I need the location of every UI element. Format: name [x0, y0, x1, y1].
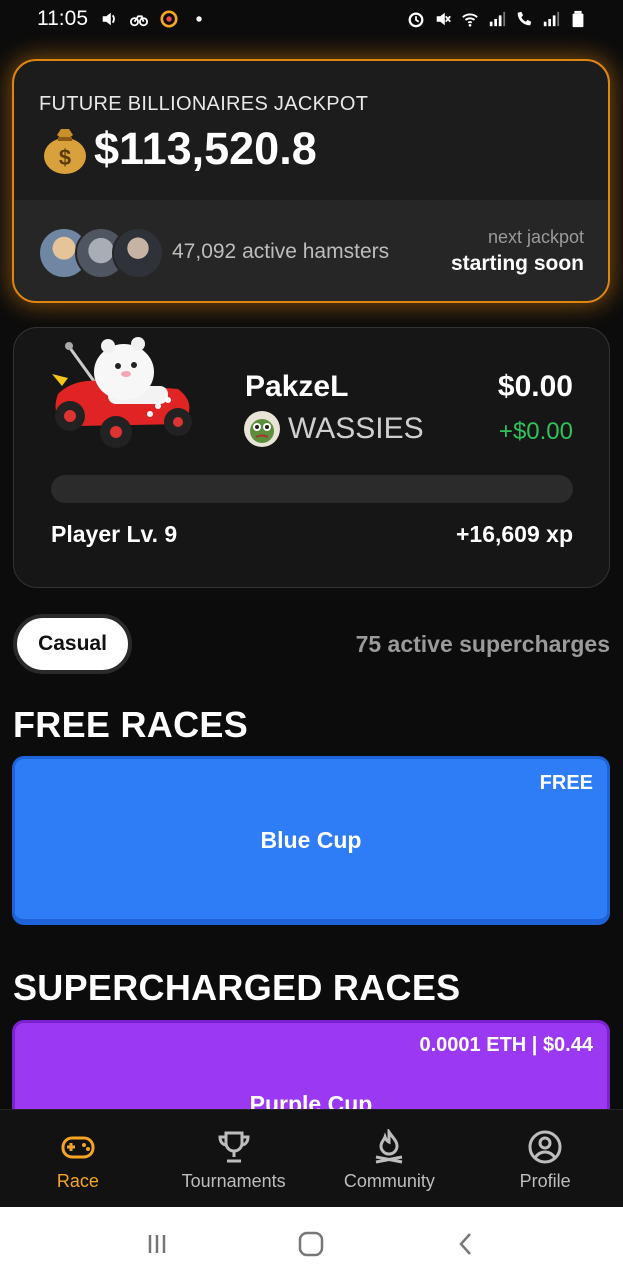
volume-icon: [102, 12, 115, 26]
jackpot-title: FUTURE BILLIONAIRES JACKPOT: [39, 93, 369, 115]
mode-toggle-casual[interactable]: Casual: [13, 614, 132, 674]
free-races-heading: FREE RACES: [13, 704, 249, 745]
jackpot-footer: 47,092 active hamsters next jackpot star…: [14, 200, 608, 301]
active-hamsters-count: 47,092 active hamsters: [172, 240, 390, 263]
campfire-icon: [376, 1129, 403, 1164]
hamster-kart-image: [52, 337, 192, 448]
race-name: Blue Cup: [260, 827, 362, 853]
clock: 11:05: [37, 7, 88, 30]
player-balance: $0.00: [497, 370, 573, 403]
call-signal-icon: [517, 11, 532, 26]
user-icon: [528, 1130, 562, 1164]
recent-apps-icon[interactable]: [143, 1230, 171, 1258]
race-price-tag: FREE: [539, 772, 593, 794]
active-supercharges: 75 active supercharges: [355, 631, 610, 657]
avatar-stack: [38, 227, 164, 279]
nav-label: Profile: [519, 1171, 571, 1191]
signal2-icon: [543, 11, 560, 27]
mute-icon: [436, 12, 451, 26]
race-card-blue-cup[interactable]: FREE Blue Cup: [12, 756, 610, 925]
nav-race[interactable]: Race: [0, 1110, 156, 1208]
avatar: [112, 227, 164, 279]
trophy-icon: [218, 1131, 250, 1163]
app-notification-icon: [160, 10, 178, 28]
alarm-icon: [408, 12, 424, 28]
signal-icon: [489, 11, 506, 27]
player-level: Player Lv. 9: [51, 521, 178, 547]
nav-label: Tournaments: [181, 1171, 286, 1191]
bike-icon: [130, 15, 148, 27]
wifi-icon: [462, 13, 478, 27]
gamepad-icon: [61, 1136, 95, 1159]
nav-tournaments[interactable]: Tournaments: [156, 1110, 312, 1208]
jackpot-card[interactable]: FUTURE BILLIONAIRES JACKPOT $ $113,520.8…: [12, 59, 610, 303]
xp-progress-bar: [51, 475, 573, 503]
bottom-nav: Race Tournaments Community Profile: [0, 1109, 623, 1208]
back-icon[interactable]: [452, 1230, 480, 1258]
race-price-tag: 0.0001 ETH | $0.44: [419, 1034, 594, 1056]
money-bag-icon: $: [44, 129, 86, 174]
battery-icon: [572, 10, 584, 28]
nav-label: Race: [56, 1171, 99, 1191]
nav-label: Community: [343, 1171, 435, 1191]
team-logo-icon: [244, 411, 280, 447]
player-xp: +16,609 xp: [455, 521, 573, 547]
team-name: WASSIES: [288, 412, 424, 445]
jackpot-amount: $113,520.8: [94, 123, 317, 174]
status-bar: 11:05: [0, 0, 623, 38]
supercharged-races-heading: SUPERCHARGED RACES: [13, 967, 461, 1008]
svg-text:$: $: [59, 145, 71, 170]
player-name: PakzeL: [245, 370, 349, 403]
next-jackpot-status: starting soon: [450, 252, 584, 275]
next-jackpot-label: next jackpot: [487, 227, 584, 247]
dot-icon: [196, 16, 202, 22]
player-card[interactable]: PakzeL WASSIES $0.00 +$0.00 Player Lv. 9…: [13, 327, 610, 588]
nav-community[interactable]: Community: [312, 1110, 468, 1208]
home-icon[interactable]: [297, 1230, 325, 1258]
balance-delta: +$0.00: [498, 418, 573, 445]
nav-profile[interactable]: Profile: [467, 1110, 623, 1208]
system-nav-bar: [0, 1207, 623, 1280]
